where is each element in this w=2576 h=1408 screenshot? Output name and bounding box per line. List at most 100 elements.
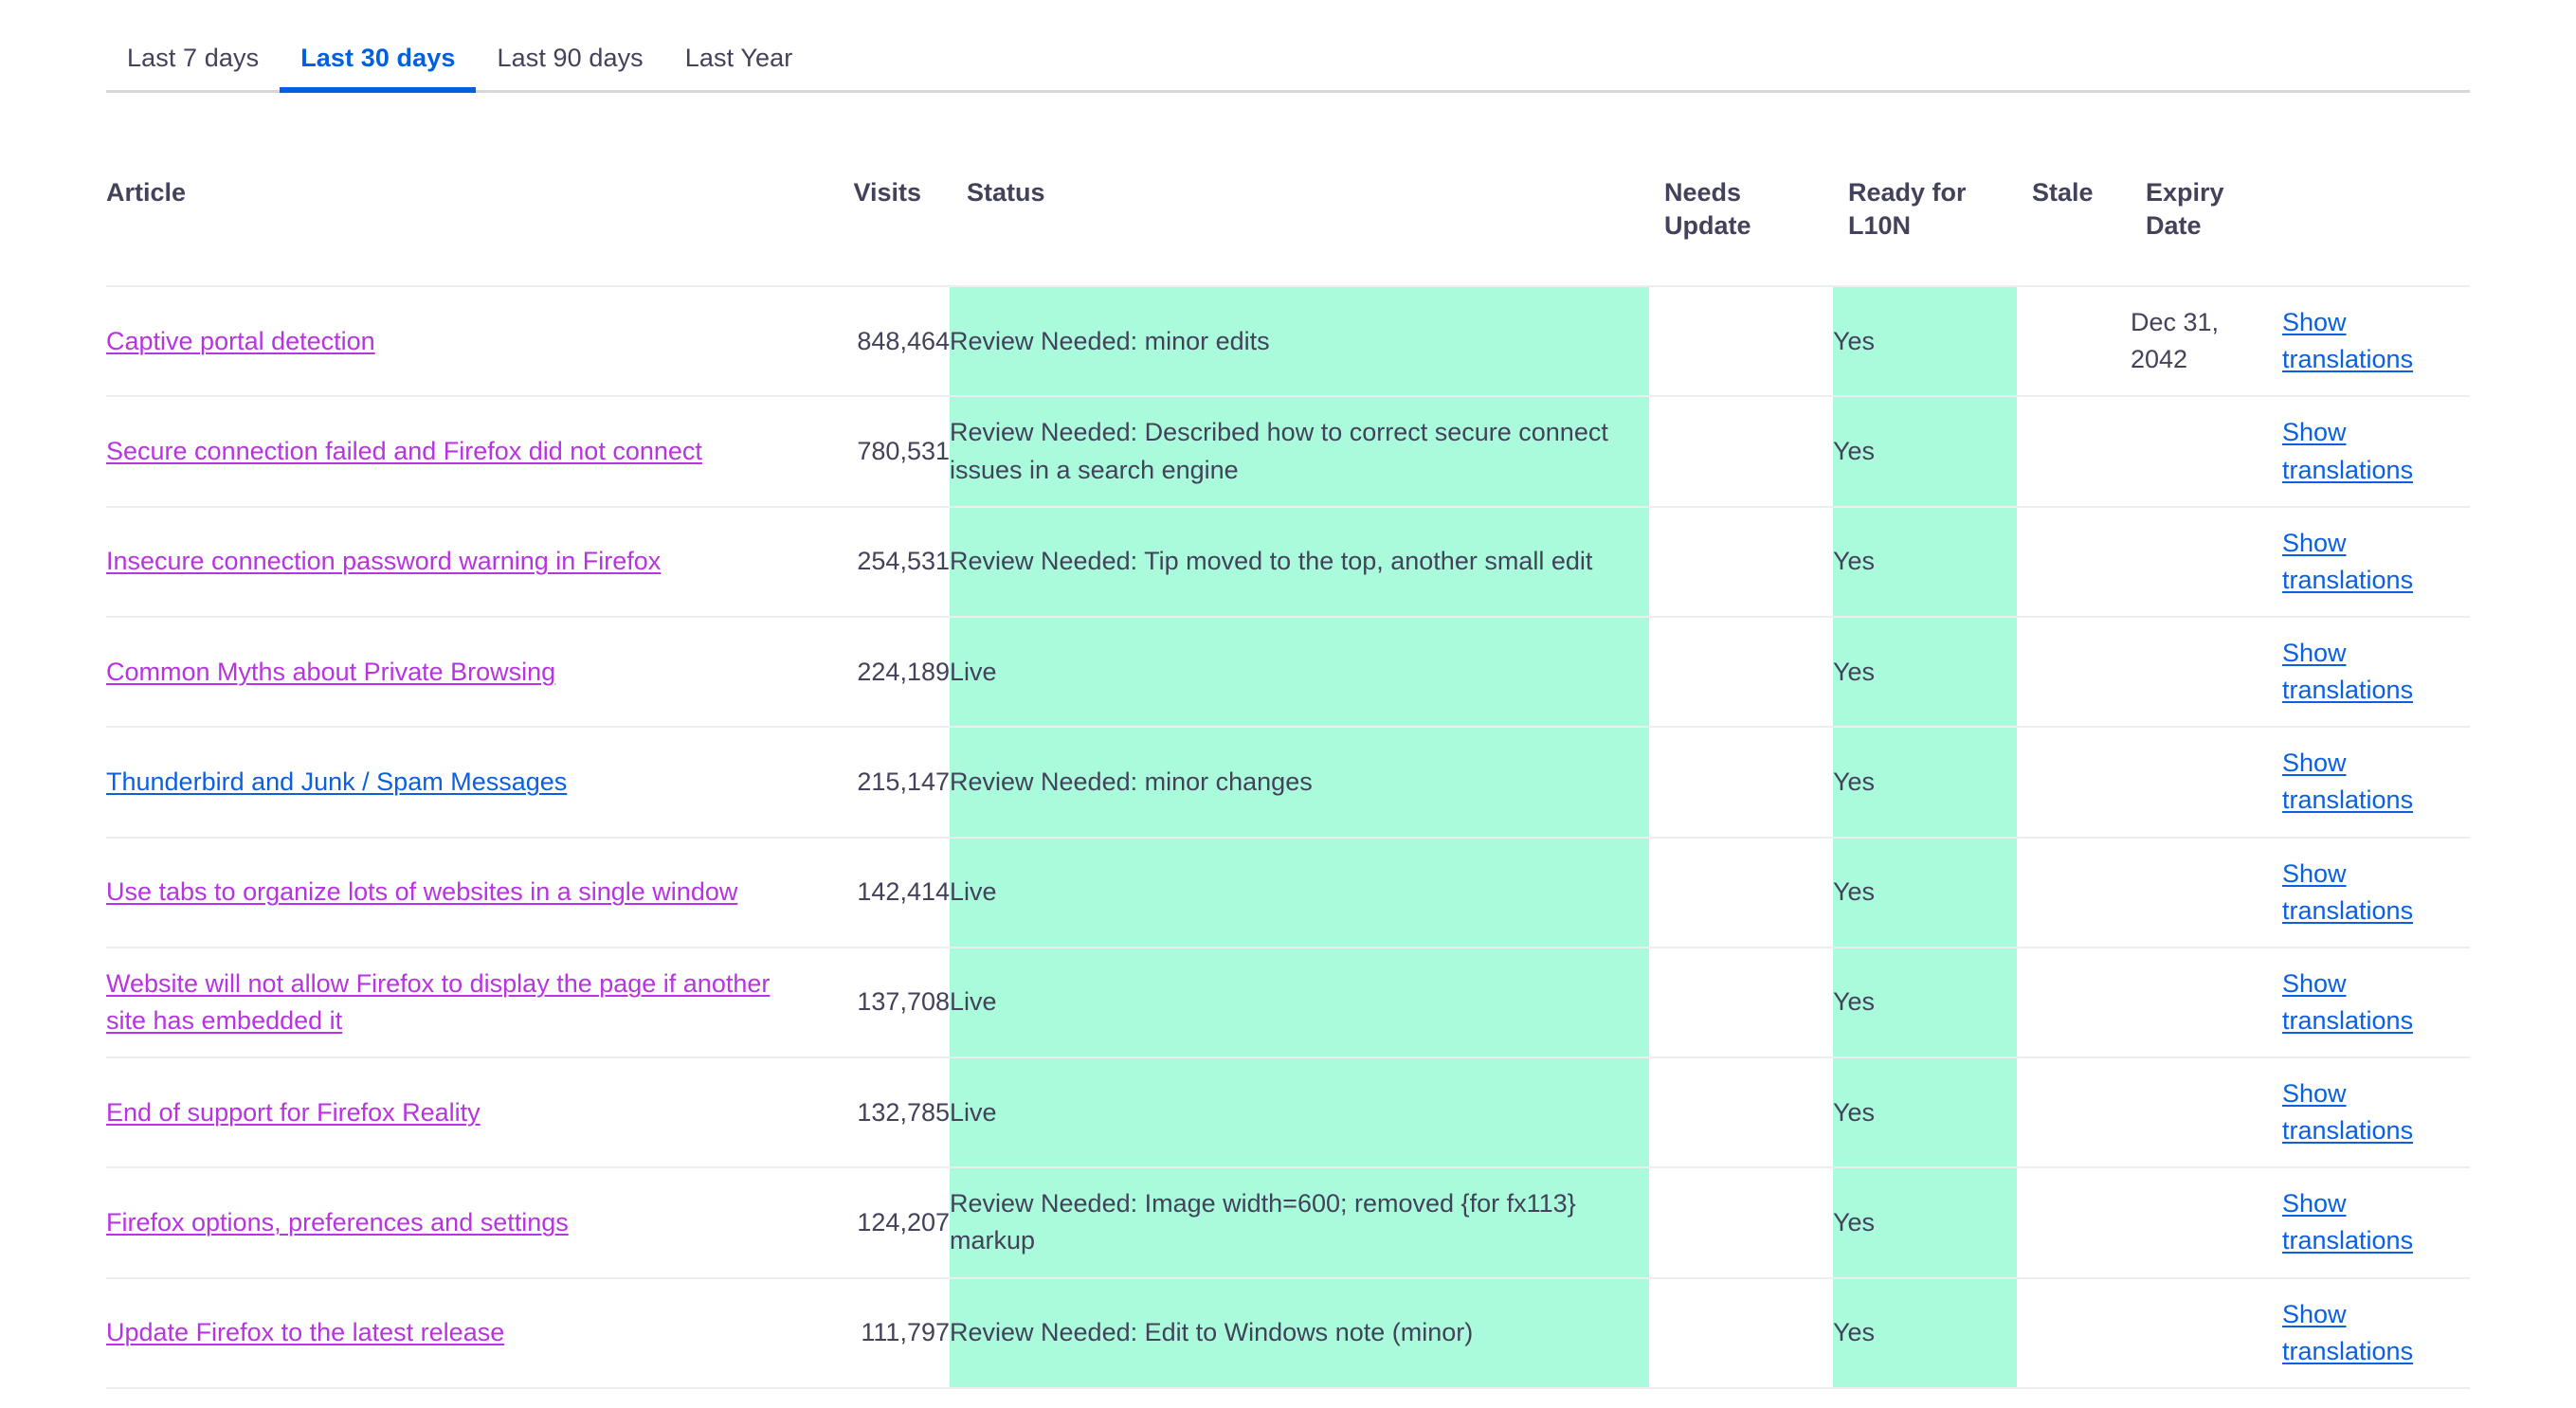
cell-ready-for-l10n: Yes [1833,1057,2017,1169]
cell-expiry-date [2131,1057,2282,1169]
cell-visits: 124,207 [790,1167,950,1279]
cell-needs-update [1649,506,1833,618]
time-range-tabs: Last 7 days Last 30 days Last 90 days Last … [106,0,2470,93]
article-link[interactable]: Use tabs to organize lots of websites in… [106,877,737,906]
article-link[interactable]: Insecure connection password warning in … [106,547,661,575]
cell-ready-for-l10n: Yes [1833,837,2017,948]
table-row: Firefox options, preferences and setting… [106,1167,2470,1279]
table-row: Secure connection failed and Firefox did… [106,396,2470,508]
cell-translations: Show translations [2282,616,2470,729]
cell-article: Insecure connection password warning in … [106,506,790,618]
column-header-stale[interactable]: Stale [2017,176,2131,288]
column-header-needs-update[interactable]: Needs Update [1649,176,1833,288]
cell-ready-for-l10n: Yes [1833,947,2017,1059]
cell-status: Review Needed: Edit to Windows note (min… [950,1277,1649,1389]
cell-article: Common Myths about Private Browsing [106,616,790,729]
show-translations-link[interactable]: Show translations [2282,639,2413,704]
article-link[interactable]: End of support for Firefox Reality [106,1098,481,1127]
table-row: Update Firefox to the latest release 111,… [106,1277,2470,1389]
articles-table-container: Article Visits Status Needs Update Ready… [106,176,2470,1408]
cell-ready-for-l10n: Yes [1833,727,2017,839]
cell-stale [2017,616,2131,729]
show-translations-link[interactable]: Show translations [2282,969,2413,1035]
cell-needs-update [1649,727,1833,839]
articles-table: Article Visits Status Needs Update Ready… [106,176,2470,1389]
cell-ready-for-l10n: Yes [1833,506,2017,618]
cell-translations: Show translations [2282,727,2470,839]
cell-expiry-date [2131,616,2282,729]
cell-needs-update [1649,616,1833,729]
column-header-article[interactable]: Article [106,176,790,288]
column-header-ready-for-l10n[interactable]: Ready for L10N [1833,176,2017,288]
cell-article: Firefox options, preferences and setting… [106,1167,790,1279]
cell-stale [2017,837,2131,948]
article-link[interactable]: Update Firefox to the latest release [106,1318,504,1346]
cell-visits: 137,708 [790,947,950,1059]
cell-needs-update [1649,1057,1833,1169]
cell-needs-update [1649,837,1833,948]
cell-status: Review Needed: minor changes [950,727,1649,839]
column-header-expiry-date[interactable]: Expiry Date [2131,176,2282,288]
table-row: Use tabs to organize lots of websites in… [106,837,2470,948]
show-translations-link[interactable]: Show translations [2282,529,2413,594]
article-link[interactable]: Firefox options, preferences and setting… [106,1208,569,1237]
cell-status: Live [950,1057,1649,1169]
cell-expiry-date [2131,727,2282,839]
cell-stale [2017,1057,2131,1169]
cell-needs-update [1649,1167,1833,1279]
cell-expiry-date [2131,506,2282,618]
table-header-row: Article Visits Status Needs Update Ready… [106,176,2470,288]
dashboard-page: Last 7 days Last 30 days Last 90 days Last … [0,0,2576,1408]
table-row: End of support for Firefox Reality 132,78… [106,1057,2470,1169]
cell-visits: 224,189 [790,616,950,729]
cell-ready-for-l10n: Yes [1833,286,2017,398]
time-range-tabs-container: Last 7 days Last 30 days Last 90 days Last … [0,0,2576,93]
article-link[interactable]: Website will not allow Firefox to displa… [106,969,770,1035]
cell-status: Review Needed: Described how to correct … [950,396,1649,508]
cell-stale [2017,506,2131,618]
column-header-status[interactable]: Status [950,176,1649,288]
cell-article: Update Firefox to the latest release [106,1277,790,1389]
cell-stale [2017,947,2131,1059]
cell-translations: Show translations [2282,396,2470,508]
article-link[interactable]: Common Myths about Private Browsing [106,658,555,686]
cell-translations: Show translations [2282,1167,2470,1279]
cell-expiry-date [2131,396,2282,508]
cell-article: End of support for Firefox Reality [106,1057,790,1169]
show-translations-link[interactable]: Show translations [2282,1300,2413,1365]
show-translations-link[interactable]: Show translations [2282,418,2413,483]
cell-visits: 848,464 [790,286,950,398]
show-translations-link[interactable]: Show translations [2282,308,2413,373]
cell-stale [2017,727,2131,839]
cell-ready-for-l10n: Yes [1833,616,2017,729]
tab-last-30-days[interactable]: Last 30 days [280,38,477,93]
cell-stale [2017,286,2131,398]
cell-translations: Show translations [2282,947,2470,1059]
article-link[interactable]: Thunderbird and Junk / Spam Messages [106,767,567,796]
cell-expiry-date [2131,947,2282,1059]
article-link[interactable]: Captive portal detection [106,327,375,355]
show-translations-link[interactable]: Show translations [2282,859,2413,925]
cell-visits: 132,785 [790,1057,950,1169]
show-translations-link[interactable]: Show translations [2282,1079,2413,1145]
column-header-visits[interactable]: Visits [790,176,950,288]
tab-last-7-days[interactable]: Last 7 days [106,38,280,90]
cell-article: Secure connection failed and Firefox did… [106,396,790,508]
cell-expiry-date: Dec 31, 2042 [2131,286,2282,398]
cell-status: Live [950,947,1649,1059]
tab-last-year[interactable]: Last Year [664,38,814,90]
cell-status: Review Needed: Image width=600; removed … [950,1167,1649,1279]
tab-last-90-days[interactable]: Last 90 days [476,38,663,90]
cell-visits: 780,531 [790,396,950,508]
table-row: Common Myths about Private Browsing 224,1… [106,616,2470,729]
show-translations-link[interactable]: Show translations [2282,1189,2413,1255]
cell-visits: 215,147 [790,727,950,839]
show-translations-link[interactable]: Show translations [2282,749,2413,814]
cell-needs-update [1649,396,1833,508]
cell-translations: Show translations [2282,837,2470,948]
cell-article: Thunderbird and Junk / Spam Messages [106,727,790,839]
cell-translations: Show translations [2282,1277,2470,1389]
cell-status: Live [950,616,1649,729]
article-link[interactable]: Secure connection failed and Firefox did… [106,437,702,465]
cell-stale [2017,1167,2131,1279]
